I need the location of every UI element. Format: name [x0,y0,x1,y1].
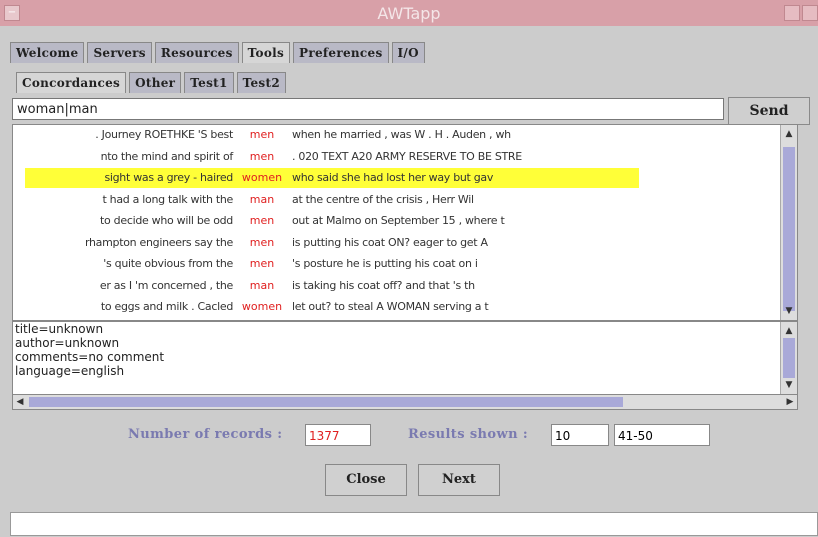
metadata-panel[interactable]: title=unknown author=unknown comments=no… [12,321,798,395]
tab-test1[interactable]: Test1 [184,72,234,93]
tab-test2[interactable]: Test2 [236,72,286,93]
results-shown-field[interactable]: 10 [551,424,609,446]
concordance-row[interactable]: to decide who will be odd men out at Malmo… [13,211,797,231]
left-context: 's quite obvious from the [103,257,233,270]
concordance-scrollbar[interactable]: ▲ ▼ [780,125,797,320]
concordance-row[interactable]: nto the mind and spirit of men . 020 TEXT … [13,147,797,167]
app-window: − AWTapp Welcome Servers Resources Tools… [0,0,818,537]
maximize-icon[interactable] [802,5,818,21]
keyword: women [241,171,283,184]
keyword: man [249,192,275,206]
left-context: t had a long talk with the [102,192,233,206]
metadata-line: title=unknown [15,322,104,336]
metadata-line: language=english [15,364,125,378]
scroll-down-icon[interactable]: ▼ [781,378,797,392]
scroll-thumb[interactable] [29,397,623,407]
results-shown-label: Results shown : [408,427,529,442]
tab-servers[interactable]: Servers [87,42,152,63]
keyword: men [249,235,275,249]
right-context: . 020 TEXT A20 ARMY RESERVE TO BE STRE [292,149,522,163]
right-context: is taking his coat off? and that 's th [292,278,475,292]
right-context: at the centre of the crisis , Herr Wil [292,192,474,206]
scroll-up-icon[interactable]: ▲ [781,127,797,141]
concordance-row[interactable]: sight was a grey - haired women who said s… [13,168,797,188]
tab-concordances[interactable]: Concordances [16,72,127,93]
tab-io[interactable]: I/O [391,42,425,63]
next-button[interactable]: Next [418,464,500,496]
scroll-thumb[interactable] [783,147,795,311]
right-context: who said she had lost her way but gav [292,171,494,184]
tab-preferences[interactable]: Preferences [293,42,389,63]
keyword: men [249,257,275,270]
scroll-right-icon[interactable]: ▶ [783,395,797,409]
keyword: men [249,128,275,141]
concordance-row[interactable]: 's quite obvious from the men 's posture h… [13,254,797,274]
metadata-scrollbar[interactable]: ▲ ▼ [780,322,797,394]
keyword: men [249,149,275,163]
minimize-icon[interactable] [784,5,800,21]
right-context: out at Malmo on September 15 , where t [292,214,505,227]
window-title: AWTapp [377,4,441,23]
concordance-row[interactable]: t had a long talk with the man at the cent… [13,190,797,210]
status-bar [10,512,818,536]
right-context: 's posture he is putting his coat on i [292,257,478,270]
left-context: to eggs and milk . Cacled [100,300,233,313]
tab-other[interactable]: Other [129,72,182,93]
scroll-left-icon[interactable]: ◀ [13,395,27,409]
send-button[interactable]: Send [728,97,810,125]
records-label: Number of records : [128,427,283,442]
metadata-line: author=unknown [15,336,120,350]
concordance-row[interactable]: rhampton engineers say the men is putting … [13,233,797,253]
results-range-field[interactable]: 41-50 [614,424,710,446]
keyword: women [241,300,283,313]
concordance-list[interactable]: . Journey ROETHKE 'S best men when he marr… [12,124,798,321]
left-context: nto the mind and spirit of [100,149,234,163]
scroll-up-icon[interactable]: ▲ [781,324,797,338]
sub-tab-bar: Concordances Other Test1 Test2 [16,72,289,94]
tab-welcome[interactable]: Welcome [10,42,85,63]
left-context: sight was a grey - haired [104,171,233,184]
scroll-thumb[interactable] [783,338,795,378]
left-context: er as I 'm concerned , the [99,278,233,292]
close-button[interactable]: Close [325,464,407,496]
records-count-field: 1377 [305,424,371,446]
concordance-row[interactable]: . Journey ROETHKE 'S best men when he marr… [13,125,797,145]
left-context: rhampton engineers say the [84,235,233,249]
left-context: to decide who will be odd [100,214,233,227]
right-context: when he married , was W . H . Auden , wh [292,128,511,141]
right-context: let out? to steal A WOMAN serving a t [292,300,489,313]
query-input[interactable]: woman|man [12,98,724,120]
keyword: men [249,214,275,227]
left-context: . Journey ROETHKE 'S best [95,128,233,141]
concordance-row[interactable]: er as I 'm concerned , the man is taking h… [13,276,797,296]
keyword: man [249,278,275,292]
right-context: is putting his coat ON? eager to get A [292,235,488,249]
scroll-down-icon[interactable]: ▼ [781,304,797,318]
tab-resources[interactable]: Resources [154,42,239,63]
tab-tools[interactable]: Tools [241,42,291,63]
title-bar[interactable]: − AWTapp [0,0,818,26]
metadata-line: comments=no comment [15,350,165,364]
concordance-row[interactable]: to eggs and milk . Cacled women let out? t… [13,297,797,317]
main-tab-bar: Welcome Servers Resources Tools Preferen… [10,42,428,64]
horizontal-scrollbar[interactable]: ◀ ▶ [12,394,798,410]
